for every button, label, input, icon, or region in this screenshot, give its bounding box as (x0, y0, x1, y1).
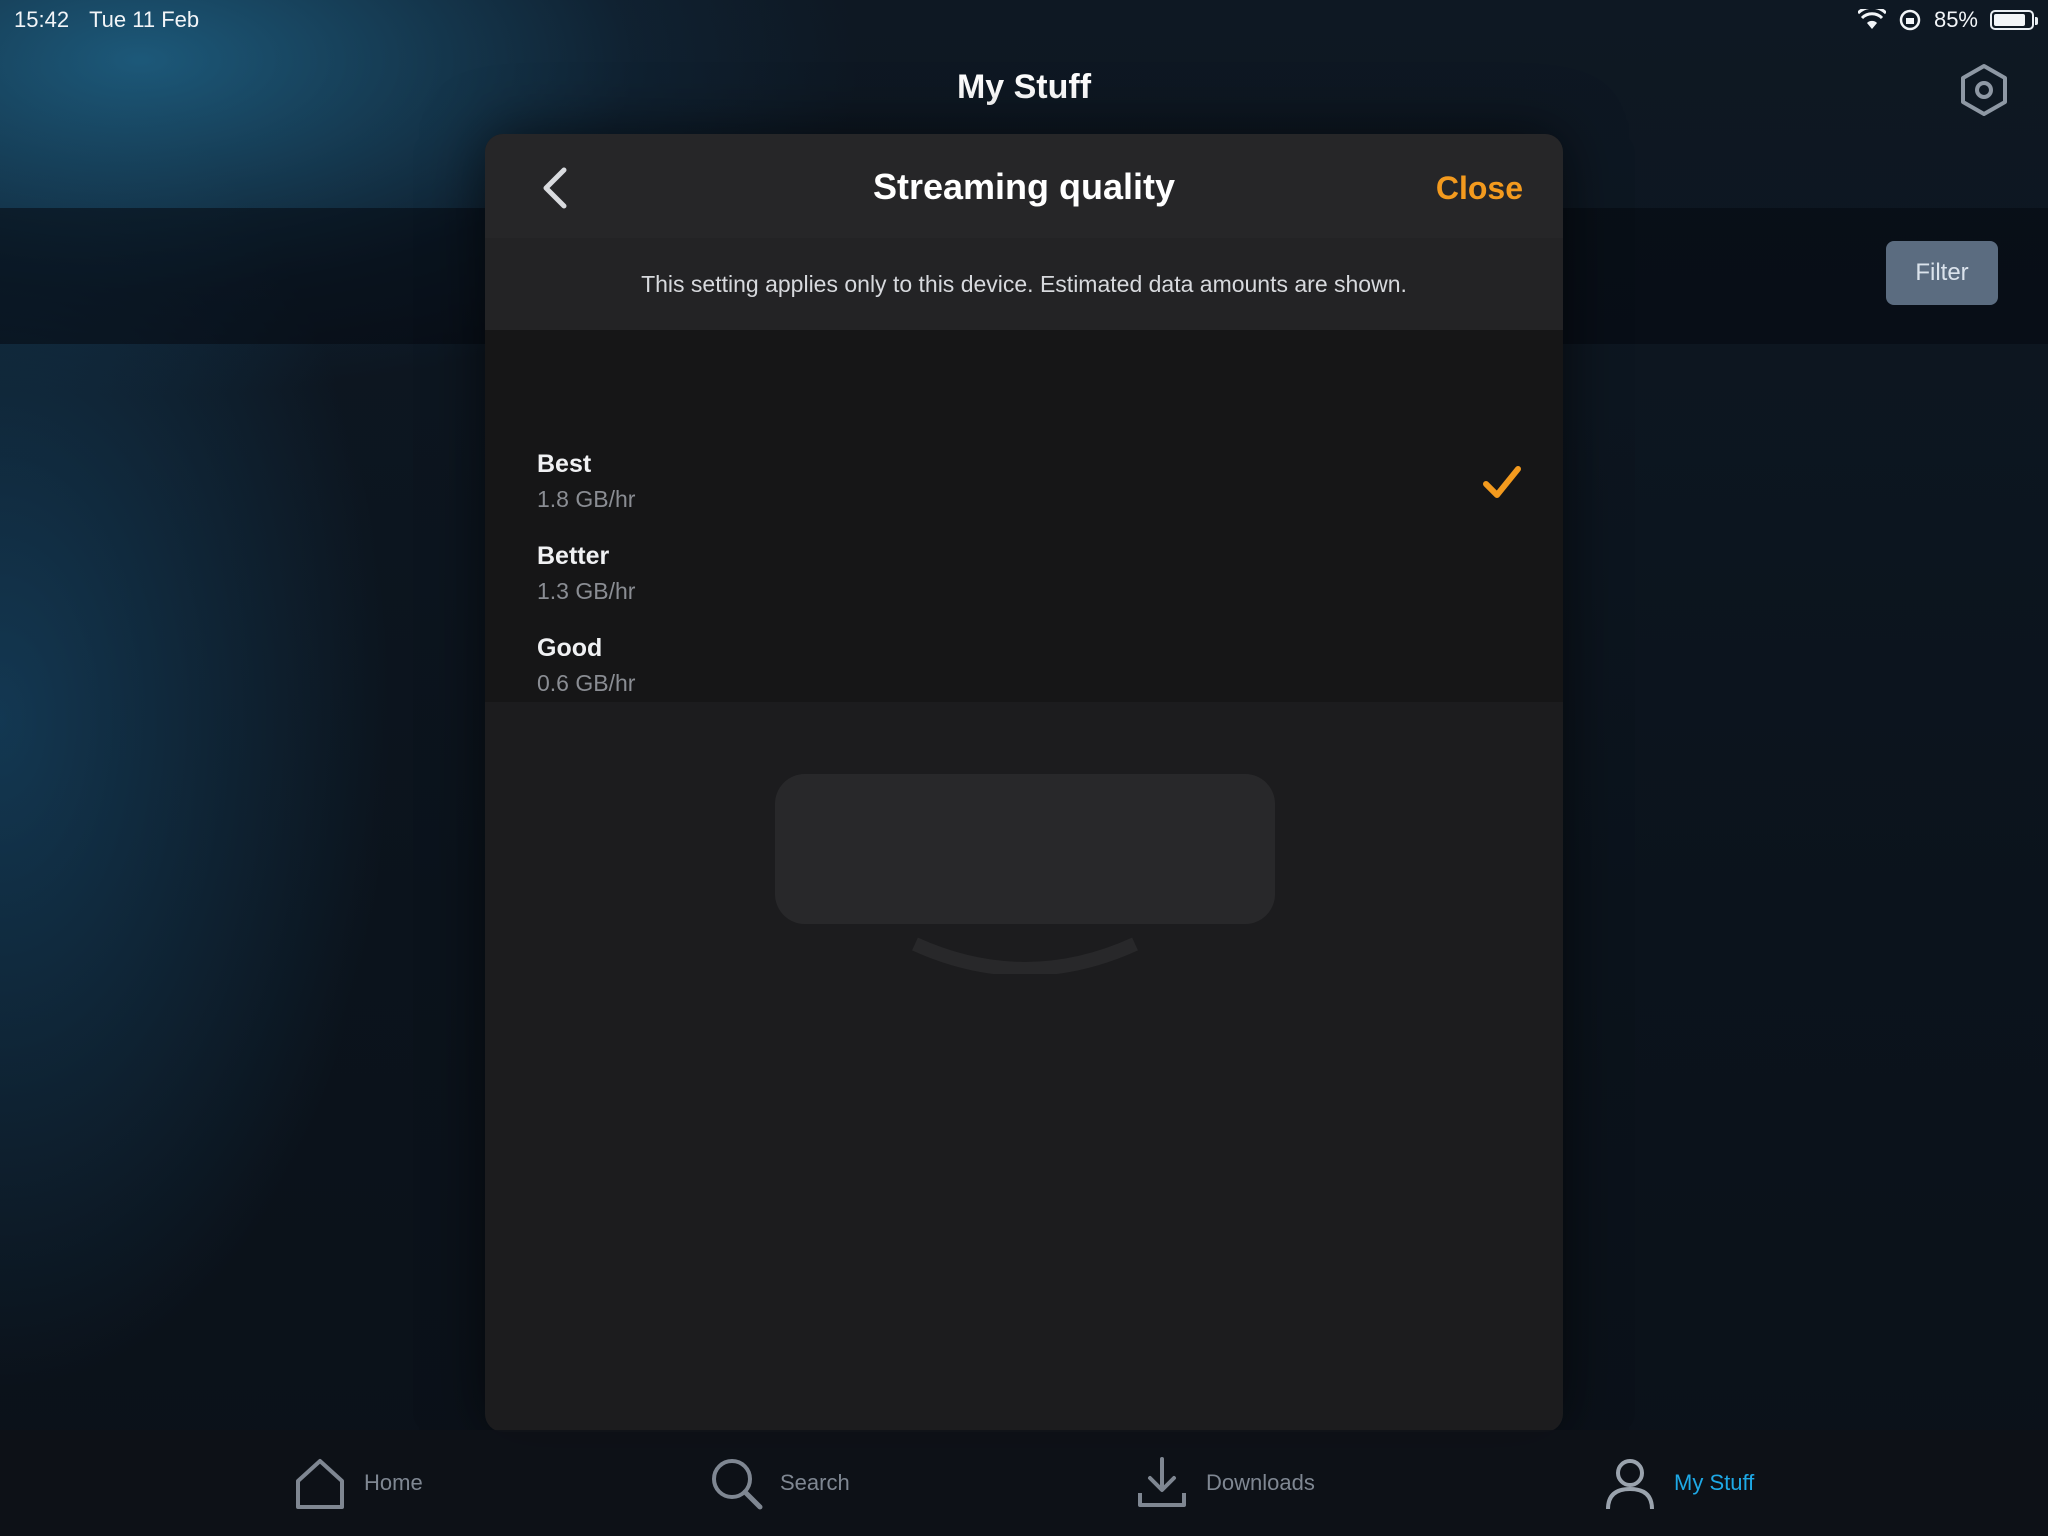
status-right: 85% (1857, 7, 2038, 33)
status-bar: 15:42 Tue 11 Feb 85% (0, 0, 2048, 40)
option-label: Good (537, 634, 603, 662)
gear-icon (1961, 64, 2007, 116)
option-detail: 0.6 GB/hr (537, 670, 636, 696)
option-detail: 1.3 GB/hr (537, 578, 636, 604)
tab-label: Search (780, 1470, 850, 1495)
search-icon (712, 1459, 763, 1510)
option-label: Best (537, 450, 592, 478)
download-icon (1138, 1457, 1186, 1507)
quality-option-good[interactable]: Good 0.6 GB/hr (485, 624, 1563, 716)
app-screen: 15:42 Tue 11 Feb 85% My Stuff Filter Str… (0, 0, 2048, 1536)
modal-note: This setting applies only to this device… (485, 238, 1563, 330)
tab-label: My Stuff (1674, 1470, 1755, 1495)
streaming-quality-modal: Streaming quality Close This setting app… (485, 134, 1563, 1432)
battery-icon (1990, 10, 2038, 30)
quality-options-list: Best 1.8 GB/hr Better 1.3 GB/hr Good 0.6… (485, 330, 1563, 702)
tab-home[interactable]: Home (290, 1430, 423, 1536)
quality-option-best[interactable]: Best 1.8 GB/hr (485, 440, 1563, 532)
battery-fill (1994, 14, 2025, 26)
tab-my-stuff[interactable]: My Stuff (1600, 1430, 1754, 1536)
quality-option-better[interactable]: Better 1.3 GB/hr (485, 532, 1563, 624)
lock-rotation-icon (1899, 9, 1921, 31)
checkmark-icon (1483, 466, 1521, 498)
option-detail: 1.8 GB/hr (537, 486, 636, 512)
profile-icon (1606, 1459, 1654, 1510)
home-icon (296, 1459, 344, 1509)
modal-header: Streaming quality Close (485, 134, 1563, 238)
status-left: 15:42 Tue 11 Feb (14, 7, 199, 33)
status-time: 15:42 (14, 7, 70, 32)
page-title: My Stuff (956, 68, 1092, 106)
settings-button[interactable] (1956, 62, 2012, 118)
battery-percent: 85% (1933, 7, 1978, 32)
tab-search[interactable]: Search (706, 1430, 850, 1536)
watermark-logo (775, 774, 1275, 974)
option-label: Better (537, 542, 610, 570)
close-button[interactable]: Close (1436, 170, 1523, 207)
tab-bar: Home Search Downloads My Stuff (0, 1430, 2048, 1536)
wifi-icon (1857, 9, 1886, 29)
tab-label: Downloads (1206, 1470, 1315, 1495)
modal-title: Streaming quality (872, 166, 1176, 207)
filter-button[interactable]: Filter (1886, 241, 1998, 305)
tab-downloads[interactable]: Downloads (1132, 1430, 1315, 1536)
status-date: Tue 11 Feb (89, 7, 200, 32)
tab-label: Home (364, 1470, 423, 1495)
